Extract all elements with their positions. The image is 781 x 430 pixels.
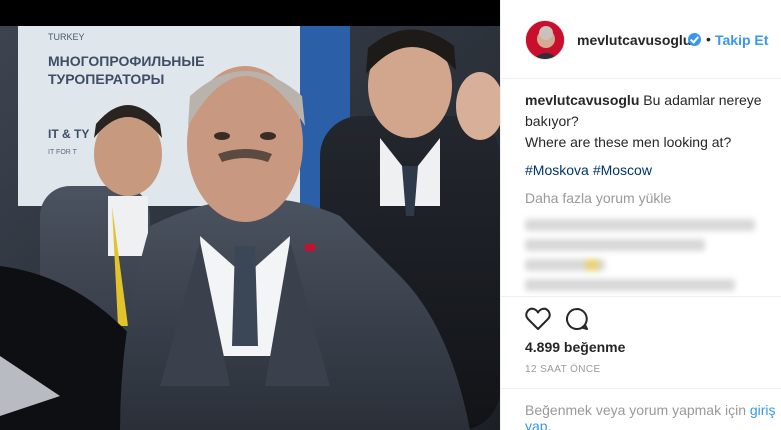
login-prompt-text: Beğenmek veya yorum yapmak için xyxy=(525,402,750,418)
post-photo[interactable]: TURKEY МНОГОПРОФИЛЬНЫЕ ТУРОПЕРАТОРЫ IT &… xyxy=(0,26,500,430)
sign-text-3: ТУРОПЕРАТОРЫ xyxy=(48,71,164,87)
login-footer: Beğenmek veya yorum yapmak için giriş ya… xyxy=(501,388,781,430)
post-sidebar: mevlutcavusoglu • Takip Et mevlutcavusog… xyxy=(500,0,781,430)
photo-top-bar xyxy=(0,0,500,26)
hashtag-link[interactable]: #Moscow xyxy=(593,162,652,178)
action-bar xyxy=(501,296,781,340)
sign-text-1: TURKEY xyxy=(48,32,85,42)
username[interactable]: mevlutcavusoglu xyxy=(577,32,691,48)
avatar-image xyxy=(526,21,564,59)
likes-count[interactable]: 4.899 beğenme xyxy=(525,339,625,355)
caption-username[interactable]: mevlutcavusoglu xyxy=(525,92,639,108)
hashtags: #Moskova #Moscow xyxy=(525,162,656,178)
sign-text-2: МНОГОПРОФИЛЬНЫЕ xyxy=(48,53,204,69)
post-header: mevlutcavusoglu • Takip Et xyxy=(501,0,781,79)
photo-illustration: TURKEY МНОГОПРОФИЛЬНЫЕ ТУРОПЕРАТОРЫ IT &… xyxy=(0,26,500,430)
follow-button[interactable]: Takip Et xyxy=(715,32,768,48)
caption: mevlutcavusoglu Bu adamlar nereye bakıyo… xyxy=(525,90,775,153)
verified-badge-icon xyxy=(688,33,701,46)
comment-bubble-icon[interactable] xyxy=(565,307,589,331)
blurred-comments xyxy=(525,215,775,295)
post-timestamp: 12 SAAT ÖNCE xyxy=(525,364,601,375)
sign-text-4: IT & TY xyxy=(48,127,89,141)
avatar[interactable] xyxy=(525,20,565,60)
load-more-comments-button[interactable]: Daha fazla yorum yükle xyxy=(525,190,671,206)
sign-text-5: IT FOR T xyxy=(48,149,78,156)
heart-icon[interactable] xyxy=(525,307,551,331)
hashtag-link[interactable]: #Moskova xyxy=(525,162,589,178)
caption-text-en: Where are these men looking at? xyxy=(525,134,732,150)
login-prompt: Beğenmek veya yorum yapmak için giriş ya… xyxy=(525,402,777,430)
separator-dot: • xyxy=(706,31,711,47)
